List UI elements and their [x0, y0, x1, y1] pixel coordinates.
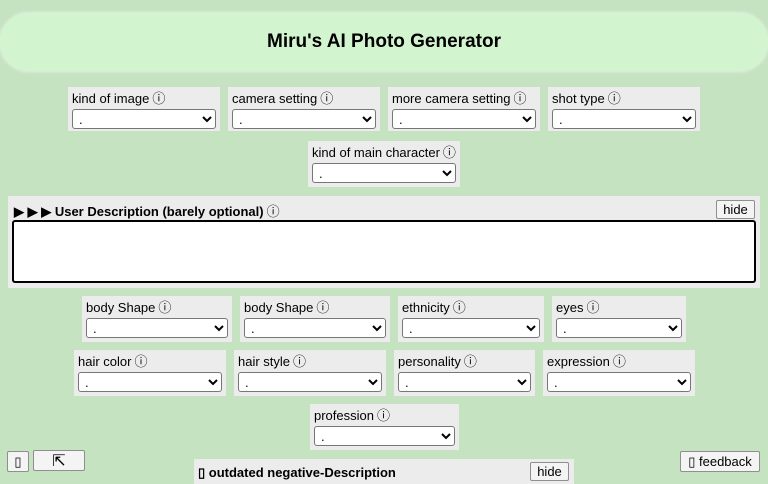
info-icon[interactable]: ⓘ	[134, 354, 147, 369]
more-camera-setting-select[interactable]: .	[392, 109, 536, 129]
page-title: Miru's AI Photo Generator	[267, 31, 501, 52]
info-icon[interactable]: ⓘ	[464, 354, 477, 369]
body-shape-label: body Shape	[86, 300, 156, 315]
hide-negative-button[interactable]: hide	[530, 462, 569, 481]
expression-group: expression ⓘ .	[543, 350, 695, 396]
hair-color-select[interactable]: .	[78, 372, 222, 392]
eyes-select[interactable]: .	[556, 318, 682, 338]
info-icon[interactable]: ⓘ	[152, 91, 165, 106]
feedback-button[interactable]: ▯ feedback	[680, 451, 760, 472]
ethnicity-select[interactable]: .	[402, 318, 540, 338]
personality-select[interactable]: .	[398, 372, 531, 392]
eyes-label: eyes	[556, 300, 584, 315]
negative-description-title[interactable]: ▯ outdated negative-Description	[198, 465, 396, 481]
user-description-panel: ▶ ▶ ▶ User Description (barely optional)…	[8, 196, 760, 288]
expression-select[interactable]: .	[547, 372, 691, 392]
eyes-group: eyes ⓘ .	[552, 296, 686, 342]
app-header: Miru's AI Photo Generator	[0, 13, 768, 71]
more-camera-setting-group: more camera setting ⓘ .	[388, 87, 540, 131]
shot-type-label: shot type	[552, 91, 605, 106]
info-icon[interactable]: ⓘ	[158, 300, 171, 315]
negative-description-panel: ▯ outdated negative-Description hide	[194, 459, 574, 484]
info-icon[interactable]: ⓘ	[613, 354, 626, 369]
body-shape-label: body Shape	[244, 300, 314, 315]
kind-of-image-select[interactable]: .	[72, 109, 216, 129]
hair-style-group: hair style ⓘ .	[234, 350, 386, 396]
info-icon[interactable]: ⓘ	[320, 91, 333, 106]
info-icon[interactable]: ⓘ	[316, 300, 329, 315]
info-icon[interactable]: ⓘ	[453, 300, 466, 315]
ethnicity-group: ethnicity ⓘ .	[398, 296, 544, 342]
shot-type-select[interactable]: .	[552, 109, 696, 129]
profession-select[interactable]: .	[314, 426, 455, 446]
info-icon[interactable]: ⓘ	[608, 91, 621, 106]
info-icon[interactable]: ⓘ	[514, 91, 527, 106]
hair-style-label: hair style	[238, 354, 291, 369]
kind-of-image-label: kind of image	[72, 91, 150, 106]
body-shape-2-select[interactable]: .	[244, 318, 386, 338]
more-camera-setting-label: more camera setting	[392, 91, 511, 106]
shot-type-group: shot type ⓘ .	[548, 87, 700, 131]
user-description-title[interactable]: ▶ ▶ ▶ User Description (barely optional)	[14, 204, 264, 219]
menu-button[interactable]: ▯	[7, 451, 29, 472]
info-icon[interactable]: ⓘ	[377, 408, 390, 423]
user-description-textarea[interactable]	[12, 220, 756, 283]
info-icon[interactable]: ⓘ	[267, 204, 280, 219]
hair-style-select[interactable]: .	[238, 372, 382, 392]
kind-of-main-character-select[interactable]: .	[312, 163, 456, 183]
body-shape-1-group: body Shape ⓘ .	[82, 296, 232, 342]
kind-of-image-group: kind of image ⓘ .	[68, 87, 220, 131]
personality-label: personality	[398, 354, 461, 369]
hide-description-button[interactable]: hide	[716, 200, 755, 219]
hair-color-group: hair color ⓘ .	[74, 350, 226, 396]
camera-setting-select[interactable]: .	[232, 109, 376, 129]
hair-color-label: hair color	[78, 354, 132, 369]
info-icon[interactable]: ⓘ	[443, 145, 456, 160]
kind-of-main-character-label: kind of main character	[312, 145, 440, 160]
info-icon[interactable]: ⓘ	[293, 354, 306, 369]
expression-label: expression	[547, 354, 610, 369]
camera-setting-label: camera setting	[232, 91, 318, 106]
profession-group: profession ⓘ .	[310, 404, 459, 450]
ethnicity-label: ethnicity	[402, 300, 450, 315]
kind-of-main-character-group: kind of main character ⓘ .	[308, 141, 460, 187]
personality-group: personality ⓘ .	[394, 350, 535, 396]
profession-label: profession	[314, 408, 374, 423]
info-icon[interactable]: ⓘ	[586, 300, 599, 315]
scroll-top-button[interactable]: ⇱	[33, 450, 85, 471]
body-shape-2-group: body Shape ⓘ .	[240, 296, 390, 342]
body-shape-1-select[interactable]: .	[86, 318, 228, 338]
camera-setting-group: camera setting ⓘ .	[228, 87, 380, 131]
